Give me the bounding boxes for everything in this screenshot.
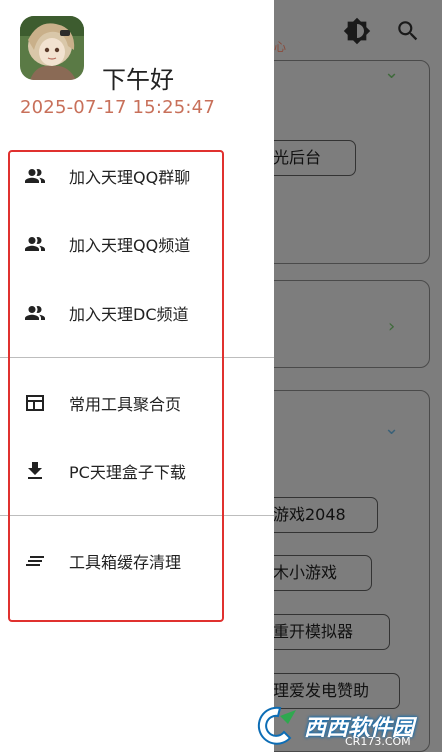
brightness-icon[interactable] [343,17,371,45]
background-button-1[interactable]: 光后台 [262,140,356,176]
chevron-down-icon[interactable]: ⌄ [384,62,399,83]
highlight-box [8,150,224,622]
chevron-right-icon[interactable]: › [388,316,395,337]
background-button-2[interactable]: 游戏2048 [262,497,378,533]
navigation-drawer: 下午好 2025-07-17 15:25:47 加入天理QQ群聊 加入天理QQ频… [0,0,274,752]
background-button-3[interactable]: 木小游戏 [262,555,372,591]
avatar[interactable] [20,16,84,80]
watermark-subtext: CR173.COM [345,735,411,748]
background-hint-text: 心 [274,40,287,54]
datetime-text: 2025-07-17 15:25:47 [20,97,215,118]
watermark-logo-icon [257,706,296,745]
watermark: 西西软件园 CR173.COM [250,702,440,748]
background-card-2[interactable] [262,280,430,368]
search-icon[interactable] [395,18,421,44]
background-button-4[interactable]: 重开模拟器 [262,614,390,650]
greeting-text: 下午好 [102,66,174,94]
chevron-down-icon[interactable]: ⌄ [384,418,399,439]
